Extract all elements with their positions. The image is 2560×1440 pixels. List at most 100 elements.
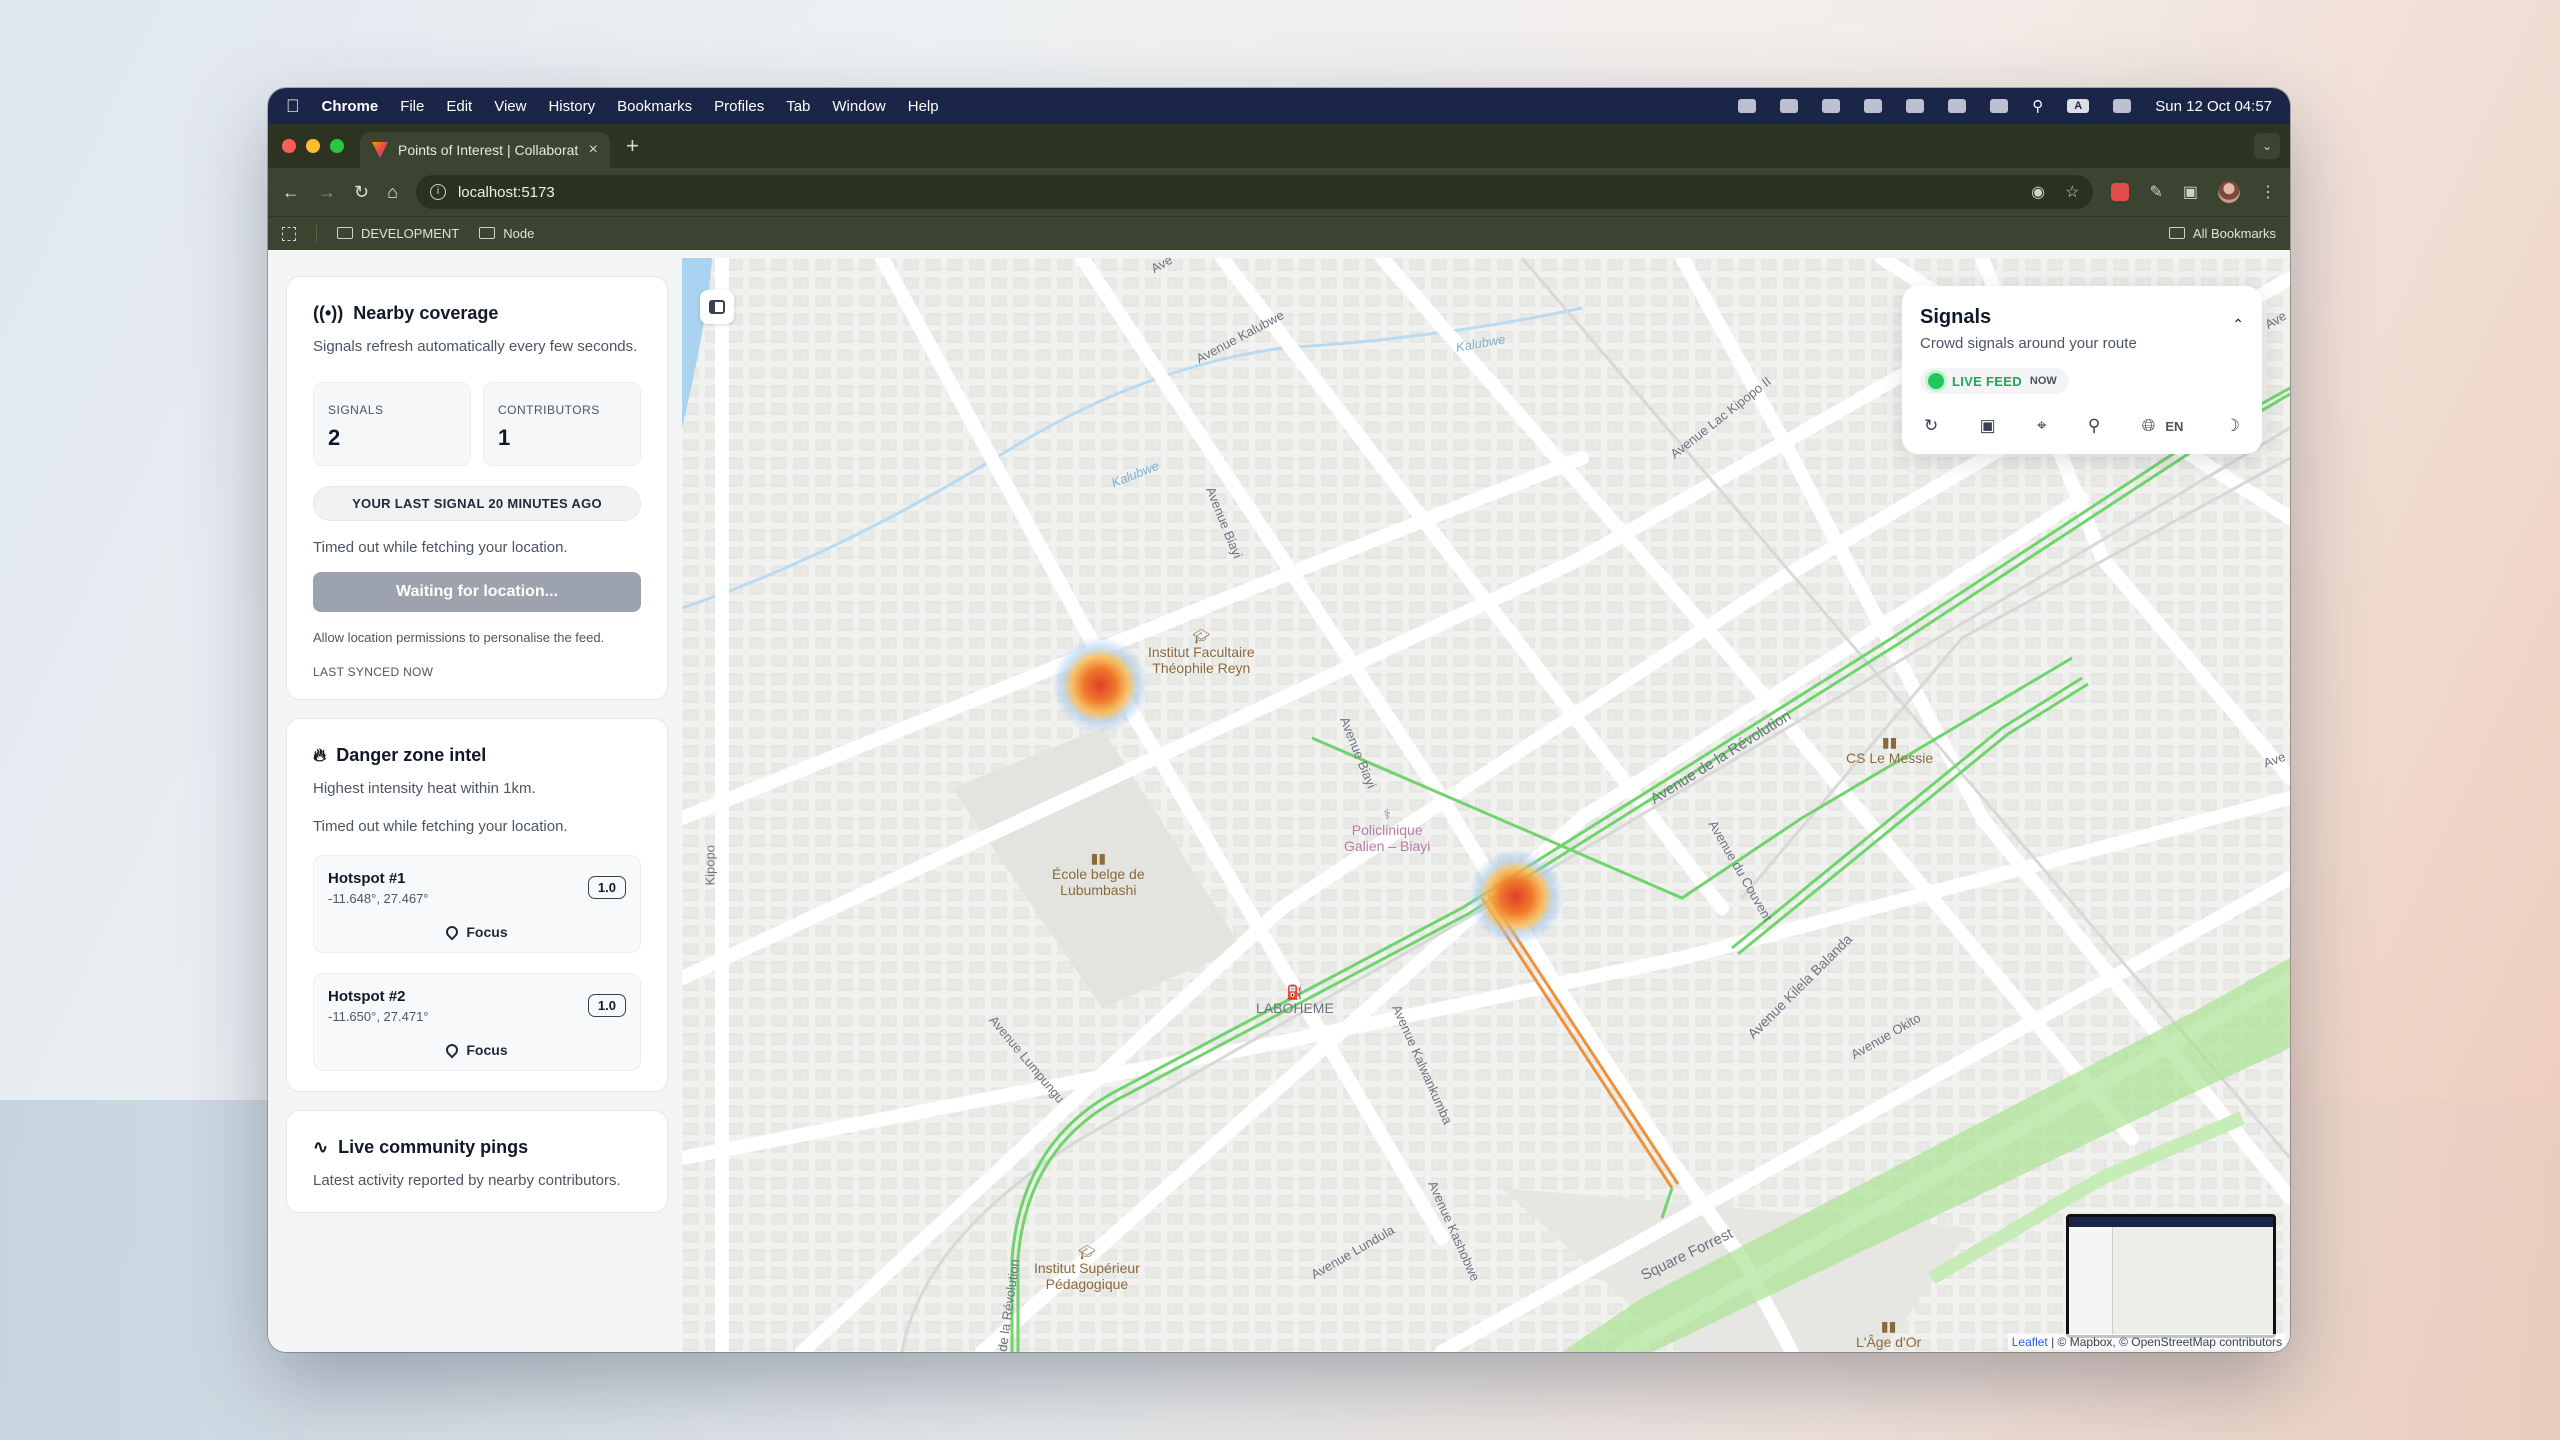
extensions-puzzle-icon[interactable]: ▣ <box>2183 182 2198 202</box>
minimap-preview[interactable] <box>2066 1214 2276 1338</box>
sidebar-toggle-button[interactable] <box>700 290 734 324</box>
status-icon-docker[interactable] <box>1738 99 1757 113</box>
bookmarks-bar: DEVELOPMENT Node All Bookmarks <box>268 216 2290 250</box>
menu-edit[interactable]: Edit <box>446 98 472 115</box>
language-code: EN <box>2165 418 2184 434</box>
spotlight-search-icon[interactable]: ⚲ <box>2032 97 2043 115</box>
status-icon-display[interactable] <box>1906 99 1925 113</box>
menu-history[interactable]: History <box>548 98 595 115</box>
poi-fuel[interactable]: ⛽ LABOHEME <box>1256 984 1334 1016</box>
menu-view[interactable]: View <box>494 98 526 115</box>
poi-school[interactable]: 🎓︎ Institut Supérieur Pédagogique <box>1034 1244 1140 1292</box>
focus-button[interactable]: Focus <box>328 1041 626 1059</box>
hotspot-name: Hotspot #1 <box>328 870 406 887</box>
hotspot-item: Hotspot #1 -11.648°, 27.467° 1.0 Focus <box>313 855 641 953</box>
profile-avatar[interactable] <box>2218 181 2240 203</box>
extension-icon[interactable] <box>2111 183 2130 201</box>
control-center-icon[interactable] <box>2113 99 2132 113</box>
chevron-up-icon[interactable]: ⌃ <box>2232 316 2244 333</box>
address-bar[interactable]: i localhost:5173 ◉ ☆ <box>415 175 2094 209</box>
school-icon: 🎓︎ <box>1192 628 1211 644</box>
permissions-hint: Allow location permissions to personalis… <box>313 630 605 645</box>
all-bookmarks-button[interactable]: All Bookmarks <box>2168 226 2276 241</box>
menu-tab[interactable]: Tab <box>786 98 810 115</box>
poi-place[interactable]: ▮▮ L'Âge d'Or <box>1856 1318 1921 1350</box>
contributors-label: CONTRIBUTORS <box>498 403 600 417</box>
status-icon-app-2[interactable] <box>1822 99 1841 113</box>
bookmark-star-icon[interactable]: ☆ <box>2065 182 2079 202</box>
forward-arrow-icon[interactable]: → <box>318 182 336 203</box>
poi-school[interactable]: ▮▮ École belge de Lubumbashi <box>1052 850 1145 898</box>
status-icon-app-3[interactable] <box>1864 99 1883 113</box>
apple-icon[interactable]:  <box>286 96 300 117</box>
broadcast-icon: ((•)) <box>313 303 344 323</box>
battery-icon[interactable] <box>1948 99 1967 113</box>
favicon-icon <box>372 142 388 158</box>
site-info-icon[interactable]: i <box>429 184 446 200</box>
input-source-icon[interactable]: A <box>2067 99 2090 113</box>
new-tab-button[interactable]: + <box>626 133 639 159</box>
bookmark-folder-development[interactable]: DEVELOPMENT <box>337 226 459 241</box>
menu-bookmarks[interactable]: Bookmarks <box>617 98 692 115</box>
wifi-icon[interactable] <box>1990 99 2009 113</box>
bookmark-folder-node[interactable]: Node <box>479 226 534 241</box>
live-indicator-icon <box>1928 373 1944 389</box>
pen-extension-icon[interactable]: ✎ <box>2149 182 2162 202</box>
status-icon-app[interactable] <box>1780 99 1799 113</box>
attribution-text: | © Mapbox, © OpenStreetMap contributors <box>2051 1335 2282 1349</box>
refresh-icon[interactable]: ↻ <box>1924 416 1938 436</box>
live-feed-badge: LIVE FEED NOW <box>1920 368 2069 394</box>
coverage-description: Signals refresh automatically every few … <box>313 338 638 355</box>
map-attribution: Leaflet | © Mapbox, © OpenStreetMap cont… <box>2007 1334 2286 1350</box>
heat-hotspot[interactable] <box>1468 849 1564 945</box>
menu-window[interactable]: Window <box>832 98 885 115</box>
fuel-icon: ⛽ <box>1286 984 1304 1000</box>
menu-profiles[interactable]: Profiles <box>714 98 764 115</box>
tab-search-chevron-icon[interactable]: ⌄ <box>2254 133 2280 159</box>
apps-grid-icon[interactable] <box>282 226 296 241</box>
hotspot-item: Hotspot #2 -11.650°, 27.471° 1.0 Focus <box>313 973 641 1071</box>
location-timeout-message: Timed out while fetching your location. <box>313 539 568 556</box>
dark-mode-moon-icon[interactable]: ☽ <box>2225 416 2240 436</box>
heat-hotspot[interactable] <box>1052 637 1148 733</box>
zoom-window-button[interactable] <box>330 139 344 153</box>
hotspot-coordinates: -11.648°, 27.467° <box>328 891 429 906</box>
health-icon: ▮▮ <box>1881 734 1898 750</box>
close-window-button[interactable] <box>282 139 296 153</box>
last-signal-badge: YOUR LAST SIGNAL 20 MINUTES AGO <box>313 486 641 521</box>
capture-icon[interactable]: ▣ <box>1980 416 1996 436</box>
map-pin-icon[interactable]: ⚲ <box>2088 416 2100 436</box>
poi-health-center[interactable]: ▮▮ CS Le Messie <box>1846 734 1933 766</box>
street-label: Kipopo <box>702 845 718 886</box>
poi-school[interactable]: 🎓︎ Institut Facultaire Théophile Reyn <box>1148 628 1255 676</box>
waiting-location-button[interactable]: Waiting for location... <box>313 572 641 612</box>
map-view[interactable]: Avenue Kalubwe Avenue Biayi Avenue Biayi… <box>682 258 2290 1352</box>
poi-clinic[interactable]: ⚕ Policlinique Galien – Biayi <box>1344 806 1430 854</box>
menubar-clock[interactable]: Sun 12 Oct 04:57 <box>2155 98 2272 115</box>
language-switcher[interactable]: 🌐︎ EN <box>2142 416 2184 436</box>
focus-button[interactable]: Focus <box>328 923 626 941</box>
minimize-window-button[interactable] <box>306 139 320 153</box>
leaflet-link[interactable]: Leaflet <box>2012 1335 2048 1349</box>
reload-icon[interactable]: ↻ <box>354 182 369 203</box>
globe-icon: 🌐︎ <box>2141 416 2156 435</box>
close-tab-icon[interactable]: × <box>589 141 598 159</box>
home-icon[interactable]: ⌂ <box>387 182 398 203</box>
location-icon[interactable]: ◉ <box>2031 182 2045 202</box>
back-arrow-icon[interactable]: ← <box>282 182 300 203</box>
more-menu-icon[interactable]: ⋮ <box>2260 182 2276 202</box>
menu-app-name[interactable]: Chrome <box>322 98 379 115</box>
tab-active[interactable]: Points of Interest | Collaborat × <box>360 132 610 168</box>
url-text[interactable]: localhost:5173 <box>458 184 555 201</box>
map-pin-icon <box>443 923 461 941</box>
place-icon: ▮▮ <box>1880 1318 1897 1334</box>
menu-file[interactable]: File <box>400 98 424 115</box>
map-pin-icon <box>443 1041 461 1059</box>
danger-description: Highest intensity heat within 1km. <box>313 780 536 797</box>
minimap-sidebar <box>2069 1227 2113 1335</box>
page-content: ((•)) Nearby coverage Signals refresh au… <box>268 258 2290 1352</box>
tab-title: Points of Interest | Collaborat <box>398 142 579 158</box>
locate-crosshair-icon[interactable]: ⌖ <box>2037 416 2047 436</box>
hotspot-coordinates: -11.650°, 27.471° <box>328 1009 429 1024</box>
menu-help[interactable]: Help <box>908 98 939 115</box>
